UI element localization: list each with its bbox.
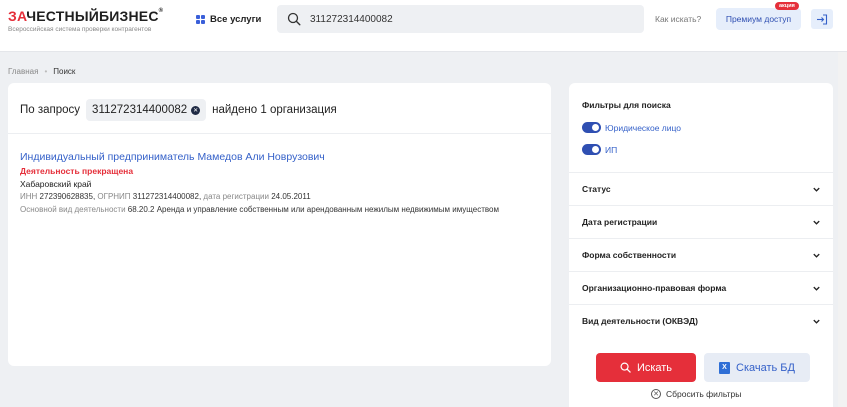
search-bar[interactable] (277, 5, 644, 33)
search-input[interactable] (310, 13, 630, 25)
all-services-button[interactable]: Все услуги (196, 12, 261, 26)
logo[interactable]: ЗАЧЕСТНЫЙБИЗНЕС® Всероссийская система п… (8, 8, 163, 33)
search-button-label: Искать (636, 361, 673, 374)
search-button[interactable]: Искать (596, 353, 696, 382)
premium-access-button[interactable]: Премиум доступ (716, 8, 801, 30)
breadcrumb-current: Поиск (53, 67, 76, 76)
toggle-individual-entrepreneur[interactable]: ИП (582, 144, 617, 155)
download-db-button[interactable]: X Скачать БД (704, 353, 810, 382)
reg-date-value: 24.05.2011 (271, 192, 311, 201)
divider (8, 133, 551, 134)
toggle-switch[interactable] (582, 122, 601, 133)
search-icon (620, 362, 631, 373)
ogrnip-label: ОГРНИП (97, 192, 131, 201)
filters-title: Фильтры для поиска (582, 100, 671, 110)
chevron-down-icon (813, 286, 820, 291)
filter-section-label: Форма собственности (582, 250, 677, 260)
query-prefix: По запросу (20, 104, 81, 116)
chevron-down-icon (813, 253, 820, 258)
org-name-link[interactable]: Индивидуальный предприниматель Мамедов А… (20, 151, 530, 163)
grid-icon (196, 14, 205, 24)
activity-label: Основной вид деятельности (20, 205, 126, 214)
inn-value: 272390628835 (39, 192, 93, 201)
filter-section-label: Организационно-правовая форма (582, 283, 727, 293)
breadcrumb: Главная • Поиск (8, 67, 75, 76)
download-db-label: Скачать БД (736, 361, 795, 374)
reset-filters-label: Сбросить фильтры (666, 389, 742, 399)
filter-section-registration-date[interactable]: Дата регистрации (569, 205, 833, 238)
chevron-down-icon (813, 220, 820, 225)
query-summary: По запросу 311272314400082 ✕ найдено 1 о… (20, 99, 337, 121)
toggle-label: Юридическое лицо (605, 122, 682, 133)
query-suffix: найдено 1 организация (212, 104, 337, 116)
ogrnip-value: 311272314400082 (132, 192, 199, 201)
filter-section-label: Дата регистрации (582, 217, 658, 227)
top-header: ЗАЧЕСТНЫЙБИЗНЕС® Всероссийская система п… (0, 0, 847, 52)
filter-section-label: Статус (582, 184, 611, 194)
all-services-label: Все услуги (210, 13, 262, 25)
logo-wordmark: ЗАЧЕСТНЫЙБИЗНЕС® (8, 8, 164, 24)
filter-section-status[interactable]: Статус (569, 172, 833, 205)
chevron-down-icon (813, 319, 820, 324)
toggle-label: ИП (605, 144, 618, 155)
inn-label: ИНН (20, 192, 38, 201)
query-chip: 311272314400082 ✕ (86, 99, 207, 121)
org-region: Хабаровский край (20, 179, 92, 189)
breadcrumb-separator: • (44, 67, 48, 76)
page-scrollbar[interactable] (838, 52, 847, 407)
filter-section-okved[interactable]: Вид деятельности (ОКВЭД) (569, 304, 833, 337)
filter-section-label: Вид деятельности (ОКВЭД) (582, 316, 698, 326)
login-button[interactable] (811, 9, 833, 29)
how-to-search-link[interactable]: Как искать? (655, 14, 701, 24)
query-chip-value: 311272314400082 (92, 104, 188, 116)
org-status: Деятельность прекращена (20, 166, 134, 176)
activity-value: 68.20.2 Аренда и управление собственным … (127, 205, 499, 214)
chevron-down-icon (813, 187, 820, 192)
result-item: Индивидуальный предприниматель Мамедов А… (20, 151, 530, 216)
login-icon (817, 13, 828, 25)
toggle-switch[interactable] (582, 144, 601, 155)
close-circle-icon: ✕ (651, 389, 661, 399)
search-icon (287, 12, 301, 26)
org-identifiers: ИНН 272390628835, ОГРНИП 311272314400082… (20, 192, 311, 201)
logo-tagline: Всероссийская система проверки контраген… (8, 26, 152, 33)
promo-badge: акция (775, 2, 799, 10)
org-activity: Основной вид деятельности 68.20.2 Аренда… (20, 204, 530, 216)
toggle-legal-entity[interactable]: Юридическое лицо (582, 122, 681, 133)
results-panel: По запросу 311272314400082 ✕ найдено 1 о… (8, 83, 551, 366)
filter-section-ownership[interactable]: Форма собственности (569, 238, 833, 271)
clear-query-icon[interactable]: ✕ (191, 105, 201, 115)
reg-date-label: дата регистрации (203, 192, 269, 201)
excel-icon: X (719, 361, 730, 374)
breadcrumb-home[interactable]: Главная (8, 67, 38, 76)
reset-filters-button[interactable]: ✕ Сбросить фильтры (651, 389, 741, 399)
filter-section-legal-form[interactable]: Организационно-правовая форма (569, 271, 833, 304)
